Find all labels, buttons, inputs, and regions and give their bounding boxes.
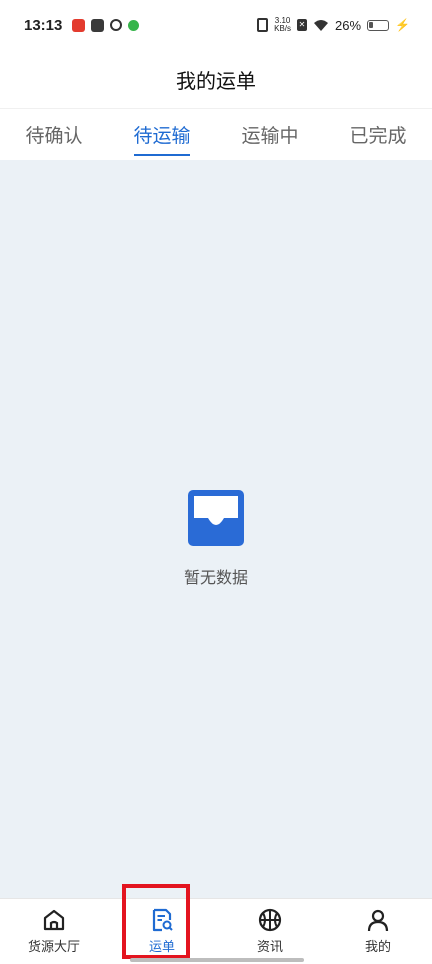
battery-percent: 26% xyxy=(335,17,362,33)
nav-label: 货源大厅 xyxy=(27,940,80,955)
sync-icon xyxy=(110,19,123,31)
header: 我的运单 xyxy=(0,50,432,108)
nav-item-cargo-hall[interactable]: 货源大厅 xyxy=(0,899,108,964)
charging-icon: ⚡ xyxy=(395,18,410,32)
status-right: 3.10 KB/s ✕ 26% ⚡ xyxy=(257,17,410,33)
tab-label: 运输中 xyxy=(241,125,299,147)
battery-icon xyxy=(367,19,390,31)
tab-label: 已完成 xyxy=(349,125,407,147)
nav-label: 资讯 xyxy=(256,940,283,955)
content-area: 暂无数据 xyxy=(0,160,432,898)
wifi-icon xyxy=(314,19,329,31)
app-notification-icon xyxy=(128,19,140,31)
tab-pending-transport[interactable]: 待运输 xyxy=(108,109,216,160)
app-notification-icon xyxy=(72,18,86,32)
status-time: 13:13 xyxy=(24,16,63,34)
nav-item-mine[interactable]: 我的 xyxy=(324,899,432,964)
net-speed-unit: KB/s xyxy=(274,24,292,33)
nav-item-waybill[interactable]: 运单 xyxy=(108,899,216,964)
bottom-nav: 货源大厅 运单 资讯 我的 xyxy=(0,898,432,964)
tab-label: 待确认 xyxy=(25,125,83,147)
page-title: 我的运单 xyxy=(176,68,256,93)
vibrate-icon xyxy=(257,18,269,32)
net-speed: 3.10 KB/s xyxy=(274,17,291,33)
status-bar: 13:13 3.10 KB/s ✕ 26% ⚡ xyxy=(0,0,432,50)
app-notification-icon xyxy=(91,18,105,32)
empty-state-text: 暂无数据 xyxy=(183,568,248,587)
tab-in-transit[interactable]: 运输中 xyxy=(216,109,324,160)
tab-pending-confirm[interactable]: 待确认 xyxy=(0,109,108,160)
tab-completed[interactable]: 已完成 xyxy=(324,109,432,160)
home-indicator[interactable] xyxy=(130,958,304,962)
home-icon xyxy=(43,909,65,931)
battery-fill xyxy=(369,21,374,28)
basketball-icon xyxy=(258,908,282,932)
empty-state: 暂无数据 xyxy=(0,490,432,588)
waybill-search-icon xyxy=(152,908,173,932)
nav-label: 我的 xyxy=(364,940,391,955)
tab-bar: 待确认 待运输 运输中 已完成 xyxy=(0,108,432,160)
nav-label: 运单 xyxy=(148,940,175,955)
status-left: 13:13 xyxy=(24,16,140,34)
nav-item-news[interactable]: 资讯 xyxy=(216,899,324,964)
no-sim-icon: ✕ xyxy=(297,19,308,31)
user-icon xyxy=(367,909,389,932)
inbox-icon xyxy=(188,490,244,546)
tab-label: 待运输 xyxy=(133,125,191,147)
